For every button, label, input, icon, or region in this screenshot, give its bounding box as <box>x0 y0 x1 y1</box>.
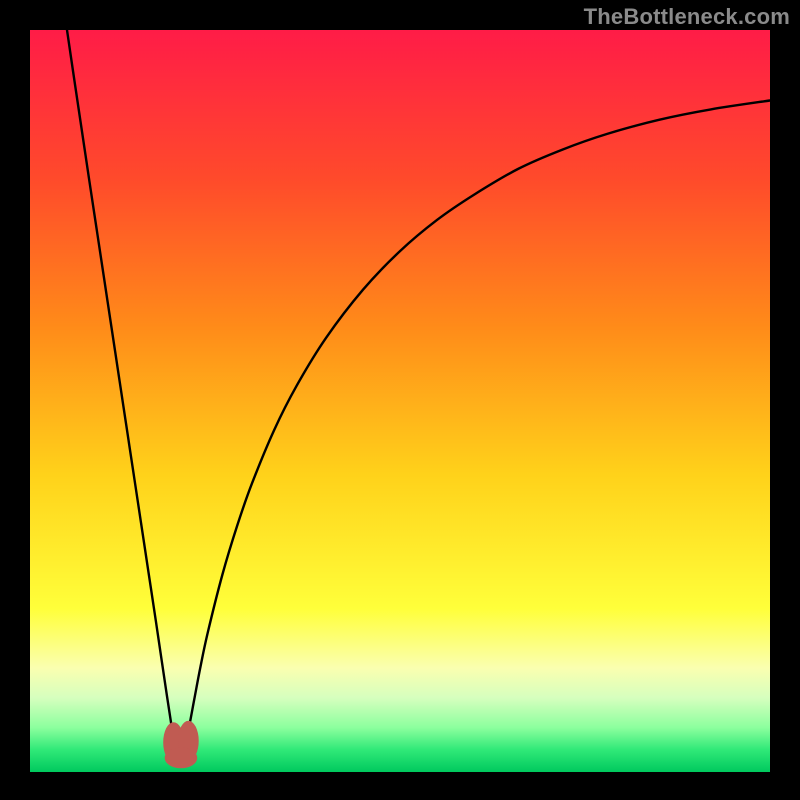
watermark-text: TheBottleneck.com <box>584 4 790 30</box>
valley-marker-base <box>165 748 198 769</box>
bottleneck-chart <box>0 0 800 800</box>
chart-stage: TheBottleneck.com <box>0 0 800 800</box>
plot-background <box>30 30 770 772</box>
